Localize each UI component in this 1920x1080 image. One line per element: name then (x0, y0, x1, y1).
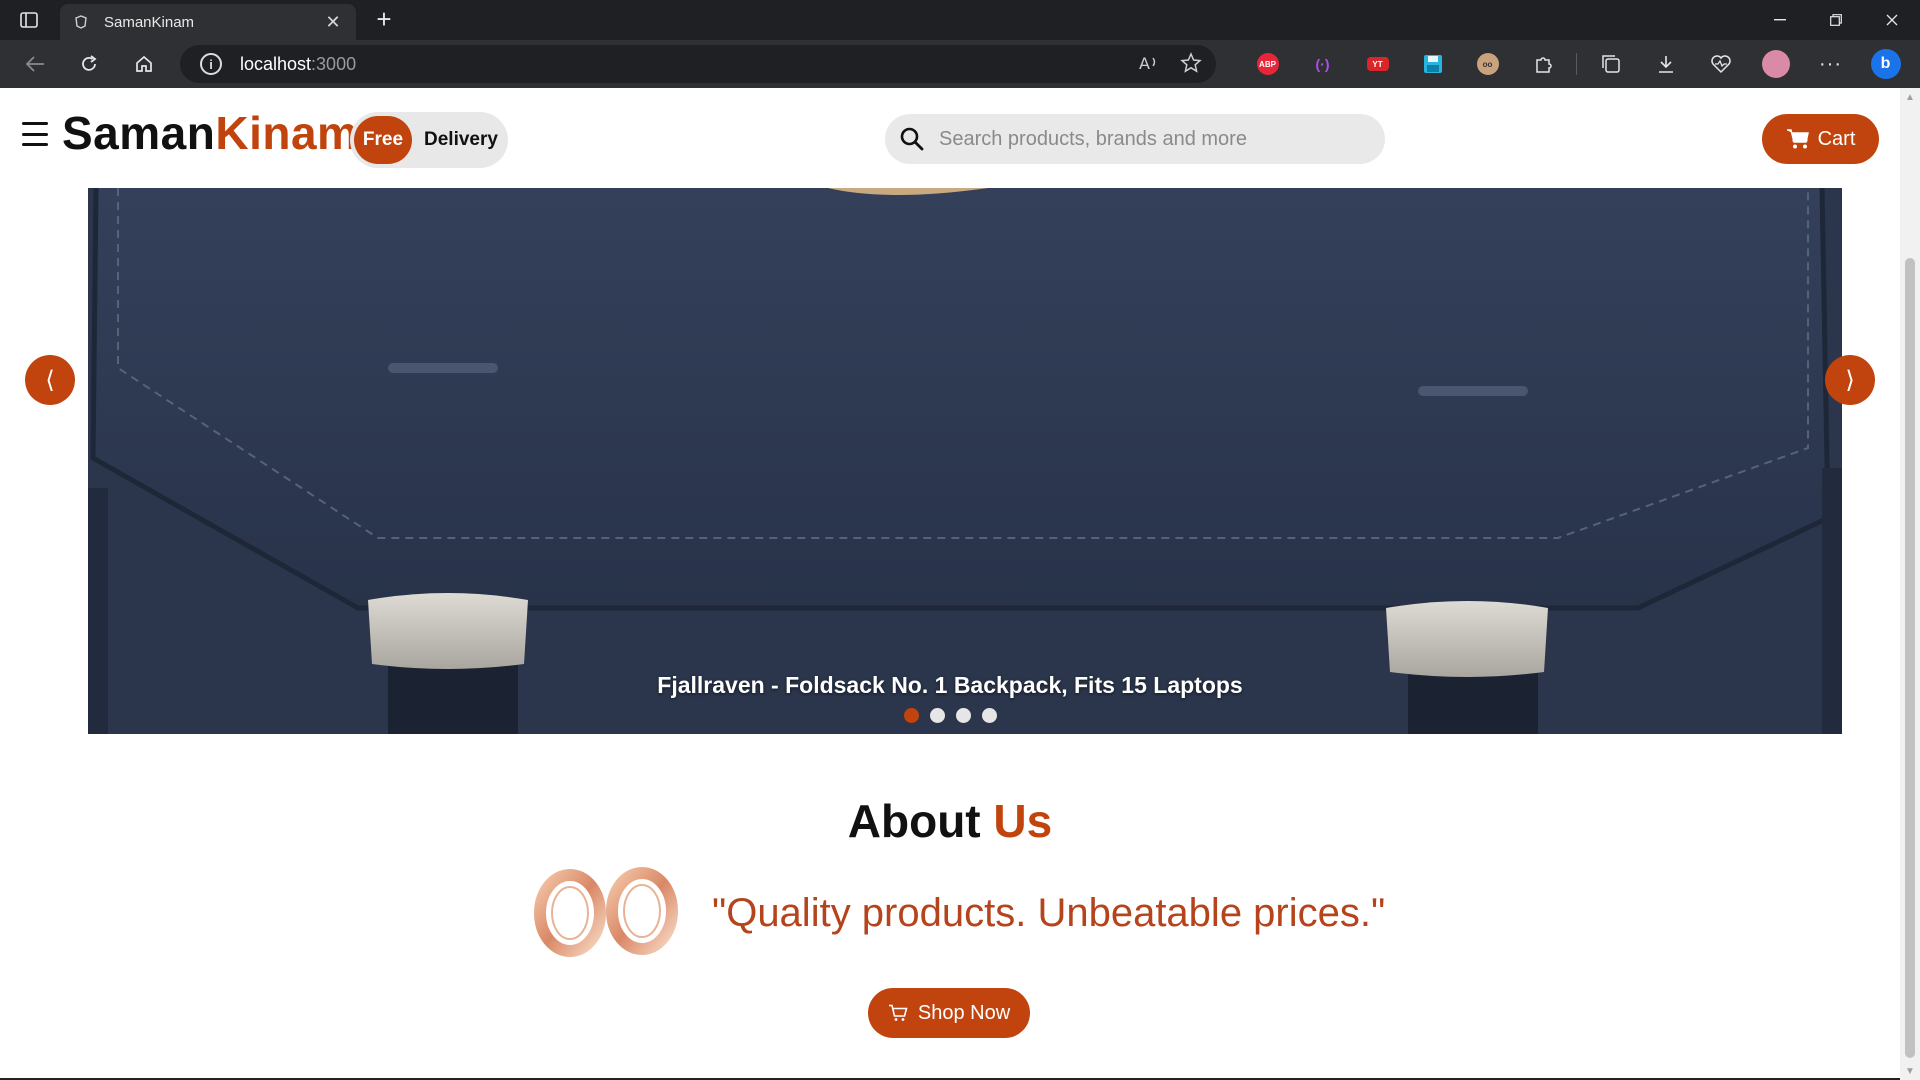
about-tagline-row: "Quality products. Unbeatable prices." (532, 858, 1432, 968)
cart-button[interactable]: Cart (1762, 114, 1879, 164)
logo-main-text: Saman (62, 107, 216, 159)
carousel-dot[interactable] (955, 708, 971, 723)
close-window-icon[interactable] (1864, 0, 1920, 40)
back-icon[interactable] (18, 48, 52, 80)
cart-outline-icon (888, 1004, 908, 1021)
scrollbar-thumb[interactable] (1905, 258, 1915, 1058)
shop-now-label: Shop Now (917, 1001, 1011, 1024)
carousel-next-button[interactable]: ⟩ (1825, 355, 1875, 405)
search-bar (885, 114, 1385, 164)
rings-image (534, 867, 678, 957)
site-navbar: SamanKinam Free Delivery Cart (0, 88, 1900, 188)
delivery-label: Delivery (424, 129, 498, 150)
scroll-up-icon[interactable]: ▲ (1904, 92, 1916, 103)
carousel-dot[interactable] (981, 708, 997, 723)
tab-title: SamanKinam (104, 13, 195, 31)
browser-tab[interactable]: SamanKinam ✕ (60, 4, 356, 40)
restore-icon[interactable] (1808, 0, 1864, 40)
read-aloud-icon[interactable]: A (1138, 52, 1160, 79)
search-icon[interactable] (899, 126, 925, 152)
scroll-down-icon[interactable]: ▼ (1904, 1066, 1916, 1077)
reload-icon[interactable] (72, 48, 106, 80)
browser-tab-bar: SamanKinam ✕ + (0, 0, 1920, 40)
cart-label: Cart (1817, 127, 1856, 150)
carousel-slide-image[interactable] (88, 188, 1842, 734)
extension-purple-icon[interactable]: (·) (1295, 48, 1350, 80)
save-icon[interactable] (1405, 48, 1460, 80)
extensions-row: ABP (·) YT oo ··· b (1240, 48, 1913, 80)
profile-avatar[interactable] (1748, 48, 1803, 80)
shop-now-button[interactable]: Shop Now (868, 988, 1030, 1038)
glasses-icon[interactable]: oo (1460, 48, 1515, 80)
carousel-dot[interactable] (929, 708, 945, 723)
product-carousel: ⟨ ⟩ Fjallraven - Foldsack No. 1 Backpack… (0, 188, 1900, 734)
url-port: :3000 (311, 53, 357, 74)
cart-icon (1786, 129, 1809, 149)
carousel-indicators (0, 708, 1900, 723)
url-host: localhost (240, 53, 312, 74)
svg-text:A: A (1139, 54, 1150, 73)
site-favicon-icon (72, 13, 90, 31)
address-bar[interactable]: i localhost:3000 A (180, 45, 1216, 83)
about-heading: About Us (0, 794, 1900, 848)
tab-actions-icon[interactable] (16, 8, 42, 32)
site-info-icon[interactable]: i (200, 53, 222, 75)
carousel-dot[interactable] (903, 708, 919, 723)
heartbeat-icon[interactable] (1693, 48, 1748, 80)
favorite-star-icon[interactable] (1180, 52, 1202, 79)
home-icon[interactable] (127, 48, 161, 80)
about-title-accent: Us (993, 795, 1053, 847)
tab-close-icon[interactable]: ✕ (322, 11, 344, 33)
abp-icon[interactable]: ABP (1240, 48, 1295, 80)
logo-accent-text: Kinam (215, 107, 359, 159)
extension-red-icon[interactable]: YT (1350, 48, 1405, 80)
new-tab-button[interactable]: + (370, 6, 398, 34)
copilot-icon[interactable]: b (1858, 48, 1913, 80)
toolbar-separator (1576, 53, 1577, 75)
carousel-prev-button[interactable]: ⟨ (25, 355, 75, 405)
puzzle-icon[interactable] (1515, 48, 1570, 80)
about-quote: "Quality products. Unbeatable prices." (712, 890, 1386, 935)
free-delivery-badge: Free Delivery (350, 112, 508, 168)
carousel-caption: Fjallraven - Foldsack No. 1 Backpack, Fi… (657, 672, 1243, 698)
more-icon[interactable]: ··· (1803, 48, 1858, 80)
about-title-main: About (847, 795, 981, 847)
page-scrollbar[interactable]: ▲ ▼ (1900, 88, 1920, 1080)
page-content: SamanKinam Free Delivery Cart (0, 88, 1900, 1080)
search-input[interactable] (939, 127, 1359, 151)
download-icon[interactable] (1638, 48, 1693, 80)
free-label: Free (354, 116, 412, 164)
minimize-icon[interactable] (1752, 0, 1808, 40)
window-controls (1752, 0, 1920, 40)
hamburger-menu-icon[interactable] (22, 122, 48, 146)
site-logo[interactable]: SamanKinam (62, 106, 358, 160)
browser-toolbar: i localhost:3000 A ABP (·) YT oo ··· b (0, 40, 1920, 88)
collections-icon[interactable] (1583, 48, 1638, 80)
